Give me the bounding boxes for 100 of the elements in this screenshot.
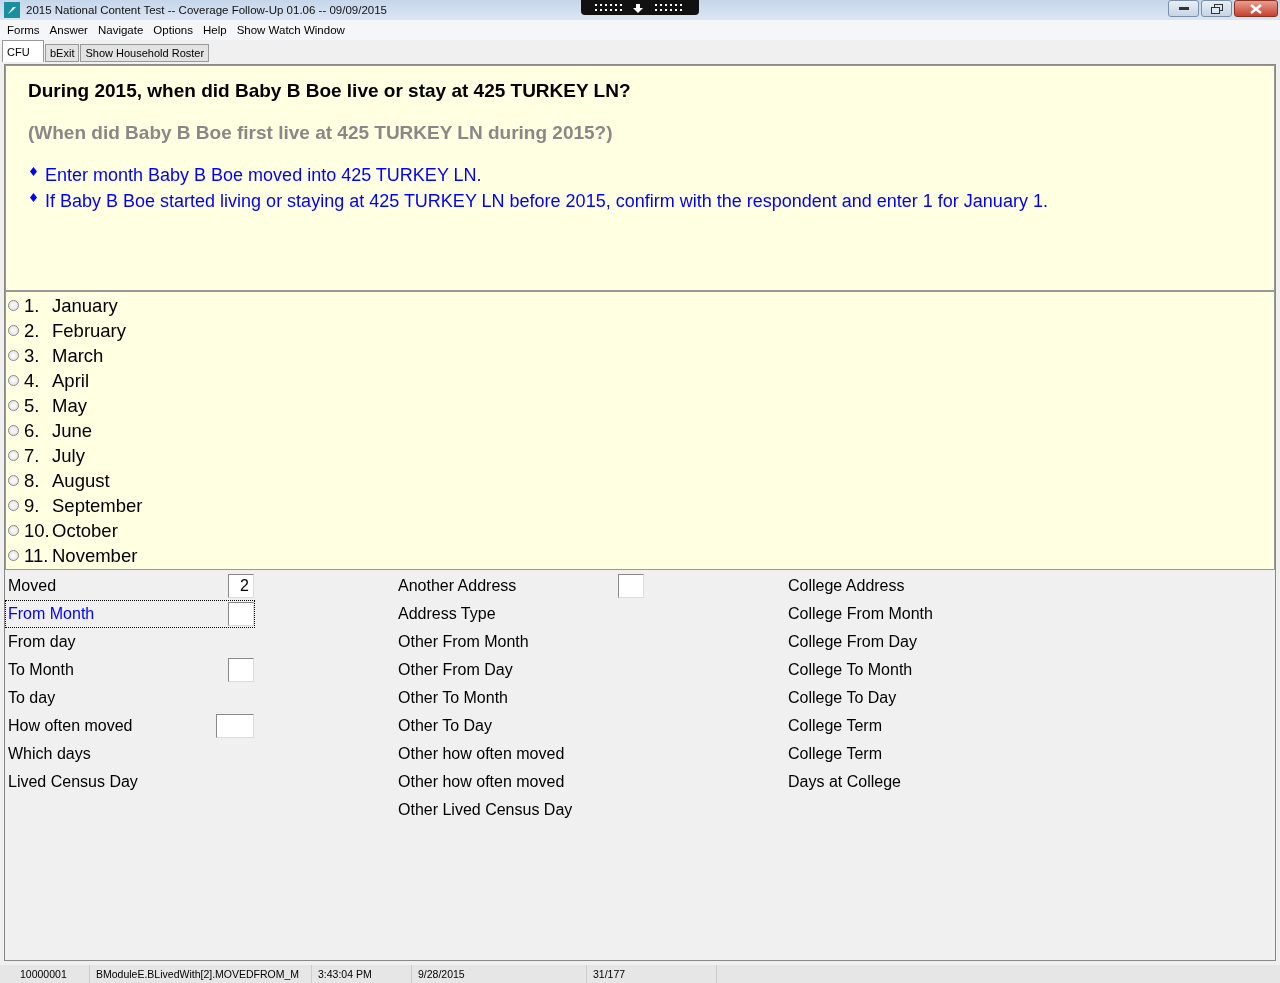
radio-option[interactable]: 11. November [6,543,1274,568]
field-row[interactable]: Days at College [785,768,1035,796]
field-row[interactable]: Other From Day [395,656,645,684]
menu-item[interactable]: Answer [45,24,94,36]
field-row[interactable]: Other To Month [395,684,645,712]
field-label: College From Month [788,605,934,623]
tab[interactable]: CFU [2,40,44,62]
field-row[interactable]: College To Month [785,656,1035,684]
field-row[interactable]: Other From Month [395,628,645,656]
field-label: Other Lived Census Day [398,801,574,819]
radio-button[interactable] [8,400,19,411]
menu-item[interactable]: Show Watch Window [232,24,351,36]
field-label: From day [8,633,77,651]
toolbar-dock-tab[interactable] [581,0,699,15]
instruction-text: Enter month Baby B Boe moved into 425 TURKEY LN. [45,164,482,186]
field-row[interactable]: Other how often moved [395,740,645,768]
field-row[interactable]: College Term [785,712,1035,740]
field-label: Days at College [788,773,902,791]
status-bar-text: BModuleE.BLivedWith[2].MOVEDFROM_M [90,965,312,983]
input-field[interactable] [618,574,644,598]
radio-button[interactable] [8,475,19,486]
field-row[interactable]: Which days [5,740,255,768]
radio-button[interactable] [8,450,19,461]
field-label: Other how often moved [398,773,566,791]
diamond-bullet-icon [30,193,37,202]
field-label: Other how often moved [398,745,566,763]
minimize-icon [1178,6,1189,11]
field-label: To day [8,689,57,707]
input-field[interactable] [228,602,254,626]
field-row[interactable]: Other To Day [395,712,645,740]
field-row[interactable]: From day [5,628,255,656]
close-icon [1250,3,1262,14]
field-row[interactable]: College Term [785,740,1035,768]
field-label: College Address [788,577,906,595]
field-label: Other From Month [398,633,530,651]
status-bar-text: 31/177 [587,965,717,983]
field-row[interactable]: Another Address [395,572,645,600]
input-field[interactable]: 2 [228,574,254,598]
input-field[interactable] [228,658,254,682]
field-row[interactable]: To Month [5,656,255,684]
field-label: College From Day [788,633,918,651]
radio-button[interactable] [8,550,19,561]
radio-option[interactable]: 9. September [6,493,1274,518]
radio-button[interactable] [8,525,19,536]
diamond-bullet-icon [30,167,37,176]
radio-button[interactable] [8,375,19,386]
radio-option[interactable]: 10.October [6,518,1274,543]
radio-button[interactable] [8,350,19,361]
restore-icon [1210,3,1223,14]
tab[interactable]: Show Household Roster [80,44,210,62]
close-button[interactable] [1234,0,1278,17]
field-label: College Term [788,717,883,735]
menu-item[interactable]: Forms [3,24,46,36]
field-row[interactable]: College Address [785,572,1035,600]
status-bar-text: 9/28/2015 [412,965,587,983]
field-row[interactable]: Other Lived Census Day [395,796,645,824]
menu-item[interactable]: Help [199,24,233,36]
field-label: College Term [788,745,883,763]
field-label: Other From Day [398,661,514,679]
field-label: Other To Month [398,689,509,707]
minimize-button[interactable] [1168,0,1199,17]
instruction-text: If Baby B Boe started living or staying at 425 TURKEY LN before 2015, confirm with the respondent and enter 1 for January 1. [45,190,1048,212]
field-label: Another Address [398,577,518,595]
radio-option[interactable]: 7. July [6,443,1274,468]
radio-button[interactable] [8,300,19,311]
radio-option[interactable]: 2. February [6,318,1274,343]
field-row[interactable]: Other how often moved [395,768,645,796]
radio-button[interactable] [8,500,19,511]
radio-option[interactable]: 4. April [6,368,1274,393]
field-row[interactable]: Address Type [395,600,645,628]
app-icon [4,2,20,18]
field-row[interactable]: Moved 2 [5,572,255,600]
radio-option[interactable]: 5. May [6,393,1274,418]
alternate-question-text: (When did Baby B Boe first live at 425 TURKEY LN during 2015?) [28,122,614,144]
restore-button[interactable] [1201,0,1232,17]
field-label: How often moved [8,717,134,735]
radio-button[interactable] [8,425,19,436]
radio-option[interactable]: 3. March [6,343,1274,368]
field-row[interactable]: To day [5,684,255,712]
field-label: College To Day [788,689,898,707]
menu-item[interactable]: Options [149,24,199,36]
field-row[interactable]: College To Day [785,684,1035,712]
field-row[interactable]: College From Month [785,600,1035,628]
input-field[interactable] [216,714,254,738]
field-label: Moved [8,577,58,595]
field-row[interactable]: From Month [5,600,255,628]
menu-item[interactable]: Navigate [93,24,150,36]
radio-option[interactable]: 6. June [6,418,1274,443]
field-row[interactable]: How often moved [5,712,255,740]
tab[interactable]: bExit [45,44,80,62]
field-row[interactable]: College From Day [785,628,1035,656]
radio-option[interactable]: 1. January [6,293,1274,318]
window-title: 2015 National Content Test -- Coverage Follow-Up 01.06 -- 09/09/2015 [26,4,387,16]
field-label: Which days [8,745,92,763]
field-label: Lived Census Day [8,773,139,791]
status-bar-text: 10000001 [0,965,90,983]
radio-option[interactable]: 8. August [6,468,1274,493]
radio-button[interactable] [8,325,19,336]
field-row[interactable]: Lived Census Day [5,768,255,796]
field-label: Other To Day [398,717,493,735]
